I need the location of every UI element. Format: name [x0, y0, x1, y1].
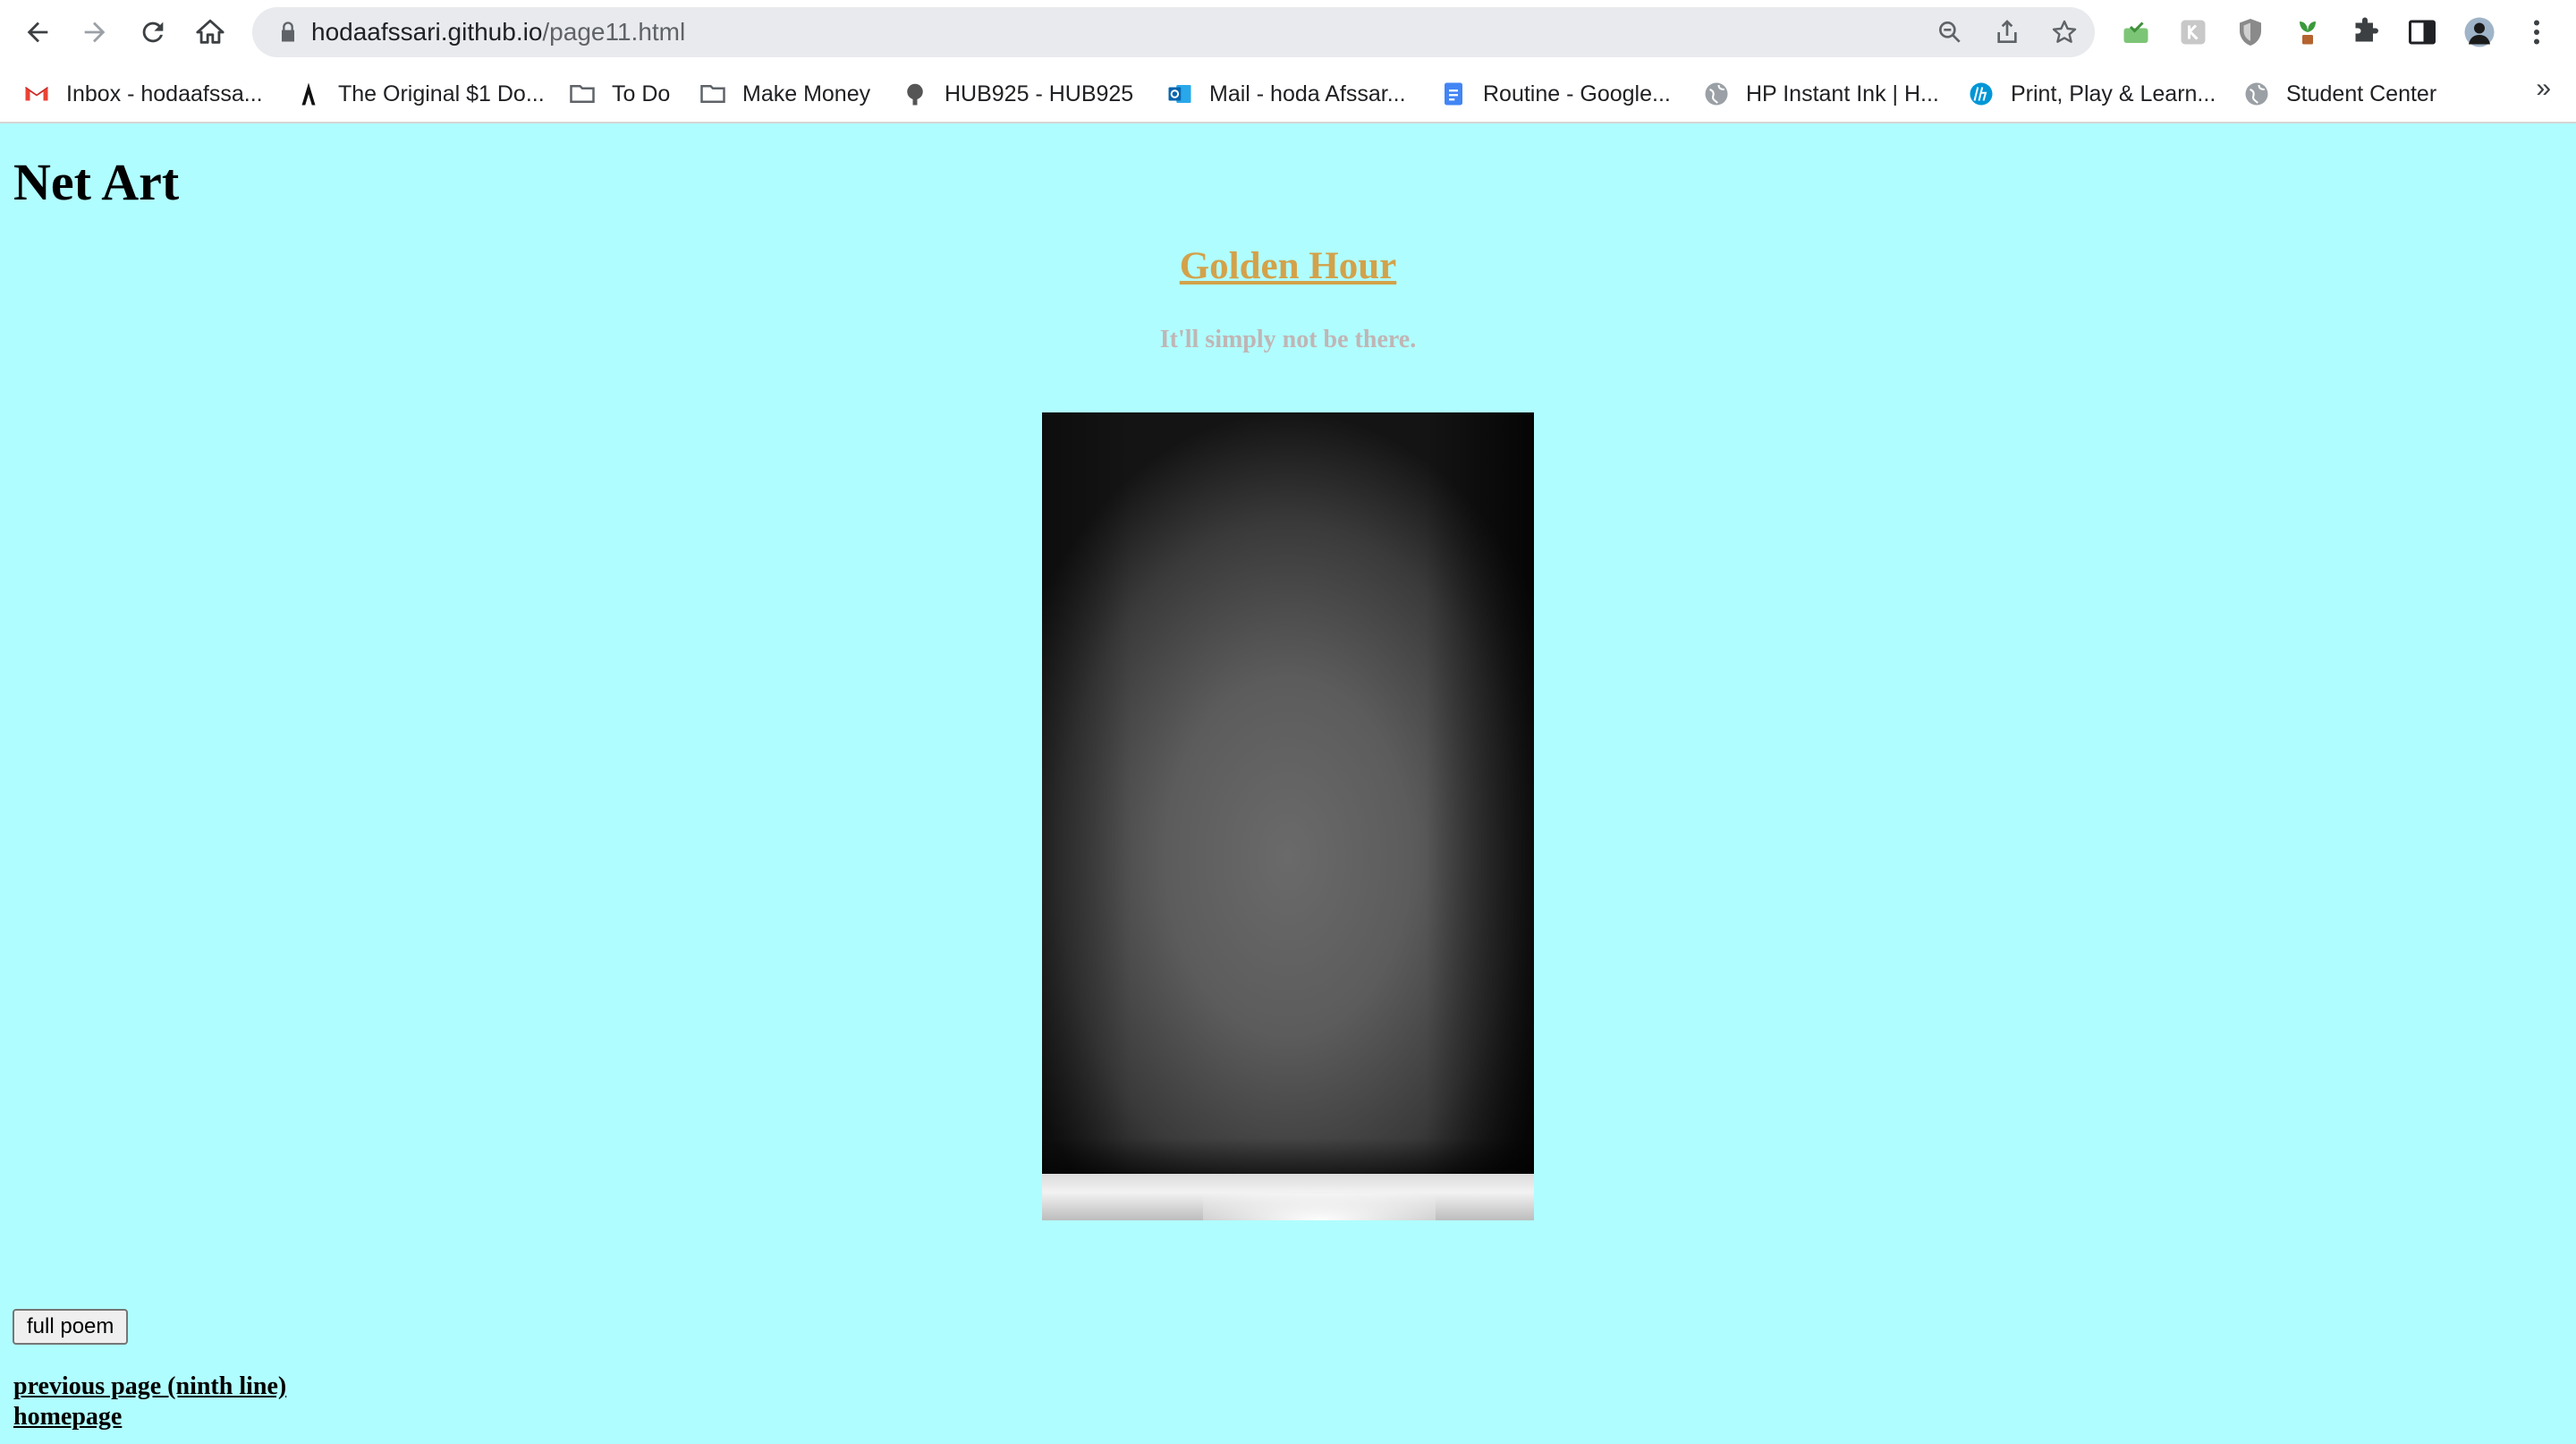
home-button[interactable]: [185, 7, 235, 57]
share-button[interactable]: [1991, 16, 2023, 48]
extension-2-button[interactable]: [2174, 13, 2213, 52]
url-path: /page11.html: [542, 18, 686, 46]
bookmark-hub925[interactable]: HUB925 - HUB925: [902, 73, 1133, 115]
forward-arrow-icon: [84, 21, 106, 43]
artwork-image: [1042, 412, 1534, 1220]
back-button[interactable]: [13, 7, 63, 57]
letter-a-icon: [295, 81, 322, 107]
bookmark-label: Mail - hoda Afssar...: [1209, 81, 1406, 106]
url-text: hodaafssari.github.io/page11.html: [311, 7, 685, 57]
previous-page-link[interactable]: previous page (ninth line): [13, 1372, 286, 1401]
lock-icon: [282, 21, 294, 42]
browser-toolbar: hodaafssari.github.io/page11.html: [0, 0, 2576, 64]
extensions-menu-button[interactable]: [2345, 13, 2385, 52]
bookmark-label: HP Instant Ink | H...: [1746, 81, 1939, 106]
bookmark-label: Inbox - hodaafssa...: [66, 81, 263, 106]
artwork-floor-highlight: [1203, 1193, 1436, 1220]
bookmark-make-money[interactable]: Make Money: [699, 73, 870, 115]
zoom-button[interactable]: [1934, 16, 1966, 48]
share-icon: [1997, 20, 2017, 43]
globe-icon: [1703, 81, 1730, 107]
back-arrow-icon: [27, 21, 48, 43]
bookmarks-bar: Inbox - hodaafssa... The Original $1 Do.…: [0, 68, 2576, 120]
bookmark-label: Routine - Google...: [1483, 81, 1671, 106]
bookmark-hp-instant-ink[interactable]: HP Instant Ink | H...: [1703, 73, 1939, 115]
profile-avatar-button[interactable]: [2460, 13, 2499, 52]
side-panel-button[interactable]: [2402, 13, 2442, 52]
reload-icon: [142, 21, 164, 43]
star-icon: [2052, 20, 2077, 43]
side-panel-icon: [2409, 20, 2436, 45]
home-icon: [196, 19, 225, 44]
full-poem-button[interactable]: full poem: [13, 1309, 129, 1345]
extension-4-button[interactable]: [2288, 13, 2327, 52]
profile-avatar-icon: [2464, 17, 2495, 47]
artwork-vignette: [1042, 412, 1534, 1220]
browser-menu-button[interactable]: [2517, 13, 2556, 52]
bookmark-to-do[interactable]: To Do: [569, 73, 670, 115]
address-bar[interactable]: hodaafssari.github.io/page11.html: [252, 7, 2095, 57]
bookmark-student-center[interactable]: Student Center: [2243, 73, 2436, 115]
green-tray-icon: [2123, 21, 2148, 43]
bookmark-label: The Original $1 Do...: [338, 81, 545, 106]
extension-3-button[interactable]: [2231, 13, 2270, 52]
bookmark-label: To Do: [612, 81, 671, 106]
folder-icon: [699, 81, 726, 107]
forward-button[interactable]: [70, 7, 120, 57]
bookmark-star-button[interactable]: [2048, 16, 2080, 48]
bookmark-original-dollar[interactable]: The Original $1 Do...: [295, 73, 545, 115]
page-heading: Net Art: [13, 153, 180, 211]
outlook-icon: [1166, 81, 1193, 107]
folder-icon: [569, 81, 596, 107]
puzzle-icon: [2355, 17, 2378, 42]
artwork-floor-shadow: [1042, 1138, 1534, 1174]
globe-icon: [2243, 81, 2270, 107]
bookmark-label: Student Center: [2286, 81, 2437, 106]
poem-line: It'll simply not be there.: [1159, 326, 1417, 353]
reload-button[interactable]: [128, 7, 178, 57]
hub-icon: [902, 81, 928, 107]
poem-title-link[interactable]: Golden Hour: [0, 244, 2576, 288]
gray-k-icon: [2181, 20, 2206, 45]
bookmark-label: Print, Play & Learn...: [2011, 81, 2216, 106]
bookmark-label: HUB925 - HUB925: [945, 81, 1134, 106]
gmail-icon: [23, 81, 50, 107]
zoom-icon: [1939, 21, 1961, 43]
bookmark-mail[interactable]: Mail - hoda Afssar...: [1166, 73, 1406, 115]
plant-icon: [2300, 21, 2316, 45]
bookmark-label: Make Money: [742, 81, 871, 106]
shield-icon: [2240, 19, 2261, 46]
bookmark-routine[interactable]: Routine - Google...: [1440, 73, 1671, 115]
extension-1-button[interactable]: [2116, 13, 2156, 52]
browser-chrome: hodaafssari.github.io/page11.html Inbox …: [0, 0, 2576, 123]
kebab-menu-icon: [2534, 20, 2539, 45]
bookmark-print-play-learn[interactable]: Print, Play & Learn...: [1968, 73, 2216, 115]
url-domain: hodaafssari.github.io: [311, 18, 543, 46]
docs-icon: [1440, 81, 1467, 107]
bookmark-inbox[interactable]: Inbox - hodaafssa...: [23, 73, 263, 115]
bookmarks-overflow-button[interactable]: »: [2536, 73, 2551, 104]
hp-icon: [1968, 81, 1995, 107]
homepage-link[interactable]: homepage: [13, 1403, 122, 1431]
